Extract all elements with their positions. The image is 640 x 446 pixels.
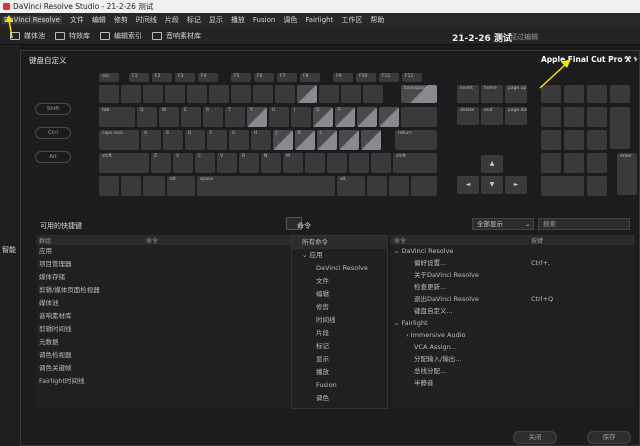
- arrow-to-menu: [8, 19, 13, 39]
- arrow-head-menu: [5, 15, 13, 22]
- annotation-arrows: [5, 15, 571, 89]
- arrow-to-preset: [539, 63, 567, 89]
